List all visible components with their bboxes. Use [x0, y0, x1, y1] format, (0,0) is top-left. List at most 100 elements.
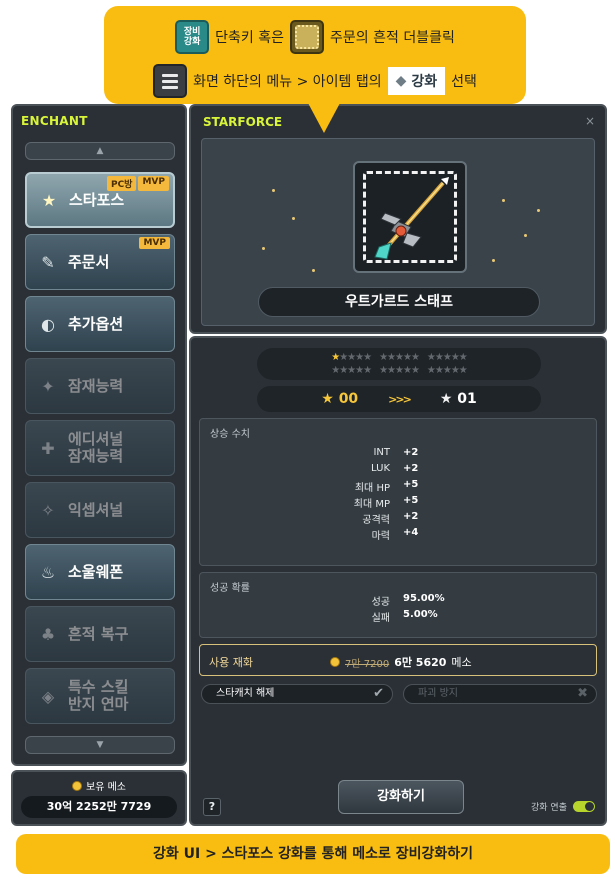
sidebar-item-4[interactable]: ✦ 잠재능력: [25, 358, 175, 414]
tooltip-text-scroll: 주문의 흔적 더블클릭: [330, 30, 455, 46]
enchant-sidebar: ENCHANT ▲ ★ 스타포스 PC방 MVP ✎ 주문서 MVP ◐ 추가옵션 ✦ 잠재능력 ✚ 에…: [11, 104, 187, 766]
tooltip-text-shortcut: 단축키 혹은: [215, 30, 285, 46]
restore-icon: ♣: [40, 624, 56, 644]
probability-row: 실패 5.00%: [200, 609, 596, 624]
panel-title: STARFORCE: [203, 115, 283, 129]
scroll-up-button[interactable]: ▲: [25, 142, 175, 160]
mesos-label: 보유 메소: [86, 782, 126, 793]
star-group: ★★★★★: [379, 365, 420, 376]
destroy-protect-label: 파괴 방지: [418, 688, 458, 699]
soul-icon: ♨: [40, 562, 56, 582]
additional-potential-icon: ✚: [41, 438, 55, 458]
star-group: ★★★★★: [331, 365, 372, 376]
mesos-box: 보유 메소 30억 2252만 7729: [11, 770, 187, 826]
star-group: ★★★★★: [426, 352, 468, 363]
scroll-down-button[interactable]: ▼: [25, 736, 175, 754]
stat-name: 최대 MP: [353, 499, 390, 510]
current-star-icon: ★: [321, 391, 334, 407]
stat-name: INT: [373, 447, 390, 458]
sidebar-item-8[interactable]: ♣ 흔적 복구: [25, 606, 175, 662]
stat-value: +2: [403, 447, 419, 458]
stat-value: +2: [403, 511, 419, 522]
sidebar-item-6[interactable]: ✧ 익셉셔널: [25, 482, 175, 538]
tooltip-text-select: 선택: [451, 74, 477, 90]
sidebar-item-label: 특수 스킬 반지 연마: [68, 678, 129, 713]
stat-name: 공격력: [362, 515, 390, 526]
success-rate-title: 성공 확률: [210, 583, 250, 594]
menu-icon: [153, 64, 188, 98]
sidebar-item-label: 소울웨폰: [68, 562, 124, 581]
success-rate-section: 성공 확률 성공 95.00% 실패 5.00%: [199, 572, 597, 638]
sidebar-item-label: 에디셔널 잠재능력: [68, 430, 124, 465]
stat-value: +2: [403, 463, 419, 474]
instruction-tooltip: 장비 강화 단축키 혹은 주문의 흔적 더블클릭 화면 하단의 메뉴 > 아이템…: [104, 6, 526, 104]
sidebar-item-label: 주문서: [68, 252, 110, 271]
cost-label: 사용 재화: [209, 656, 253, 669]
stat-row: INT +2: [200, 447, 596, 458]
stat-name: 마력: [371, 531, 390, 542]
potential-icon: ✦: [41, 376, 55, 396]
stat-increase-section: 상승 수치 INT +2 LUK +2 최대 HP +5 최대 MP +5 공격력 +2 마력 +4: [199, 418, 597, 566]
probability-value: 95.00%: [403, 593, 445, 604]
stat-row: LUK +2: [200, 463, 596, 474]
arrow-icon: >>>: [388, 392, 412, 406]
equipment-enhance-icon: 장비 강화: [175, 20, 210, 54]
item-name: 우트가르드 스태프: [258, 287, 540, 317]
stat-increase-title: 상승 수치: [210, 429, 250, 440]
star-group: ★★★★★: [426, 365, 468, 376]
hammer-icon: ◆: [395, 73, 407, 89]
starforce-detail-panel: ★★★★★ ★★★★★ ★★★★★ ★★★★★ ★★★★★ ★★★★★ ★ 00 >>>…: [189, 336, 607, 826]
sidebar-item-9[interactable]: ◈ 특수 스킬 반지 연마: [25, 668, 175, 724]
stat-row: 최대 MP +5: [200, 495, 596, 510]
exceptional-icon: ✧: [41, 500, 55, 520]
destroy-protect-toggle[interactable]: 파괴 방지 ✖: [403, 684, 597, 704]
next-star-icon: ★: [439, 391, 453, 407]
sidebar-item-label: 잠재능력: [68, 376, 124, 395]
scroll-icon: ✎: [41, 252, 55, 272]
stat-name: LUK: [371, 463, 390, 474]
item-slot[interactable]: [353, 161, 467, 273]
stat-name: 최대 HP: [354, 483, 390, 494]
item-display: 우트가르드 스태프: [201, 138, 595, 326]
starcatch-toggle[interactable]: 스타캐치 해제 ✔: [201, 684, 393, 704]
mesos-value: 30억 2252만 7729: [21, 796, 177, 818]
enhance-button[interactable]: 강화하기: [338, 780, 464, 814]
trace-scroll-icon: [290, 20, 325, 54]
tooltip-arrow: [308, 103, 340, 133]
badge: MVP: [138, 176, 169, 191]
meso-coin-icon: [72, 780, 82, 791]
sidebar-title: ENCHANT: [21, 114, 88, 128]
stat-value: +5: [403, 479, 419, 490]
star-progress: ★★★★★ ★★★★★ ★★★★★ ★★★★★ ★★★★★ ★★★★★: [257, 348, 541, 380]
auto-enhance-label: 강화 연출: [531, 803, 567, 813]
stat-value: +5: [403, 495, 419, 506]
current-star-count: 00: [338, 391, 359, 407]
cost-original: 7만 7200: [345, 658, 390, 670]
star-transition: ★ 00 >>> ★ 01: [257, 386, 541, 412]
sidebar-item-label: 추가옵션: [68, 314, 124, 333]
stat-row: 최대 HP +5: [200, 479, 596, 494]
sidebar-item-3[interactable]: ◐ 추가옵션: [25, 296, 175, 352]
sidebar-item-2[interactable]: ✎ 주문서 MVP: [25, 234, 175, 290]
sidebar-item-1[interactable]: ★ 스타포스 PC방 MVP: [25, 172, 175, 228]
sidebar-item-5[interactable]: ✚ 에디셔널 잠재능력: [25, 420, 175, 476]
toggle-switch[interactable]: [573, 801, 595, 812]
auto-enhance-toggle[interactable]: 강화 연출: [531, 800, 595, 813]
badge: MVP: [139, 237, 170, 249]
help-button[interactable]: ?: [203, 798, 221, 816]
cost-row: 사용 재화 7만 7200 6만 5620 메소: [199, 644, 597, 676]
check-icon: ✔: [373, 686, 384, 701]
sidebar-item-7[interactable]: ♨ 소울웨폰: [25, 544, 175, 600]
star-group: ★★★★★: [331, 352, 372, 363]
cost-unit: 메소: [451, 656, 472, 669]
tooltip-text-menu: 화면 하단의 메뉴 > 아이템 탭의: [193, 74, 382, 90]
meso-coin-icon: [330, 657, 340, 667]
enhance-tab-tag: ◆ 강화: [387, 67, 446, 95]
probability-name: 성공: [371, 597, 390, 608]
close-icon[interactable]: ×: [585, 114, 595, 128]
stat-row: 마력 +4: [200, 527, 596, 542]
badge: PC방: [106, 176, 137, 191]
probability-value: 5.00%: [403, 609, 438, 620]
star-group: ★★★★★: [379, 352, 420, 363]
sidebar-item-label: 흔적 복구: [68, 624, 129, 643]
